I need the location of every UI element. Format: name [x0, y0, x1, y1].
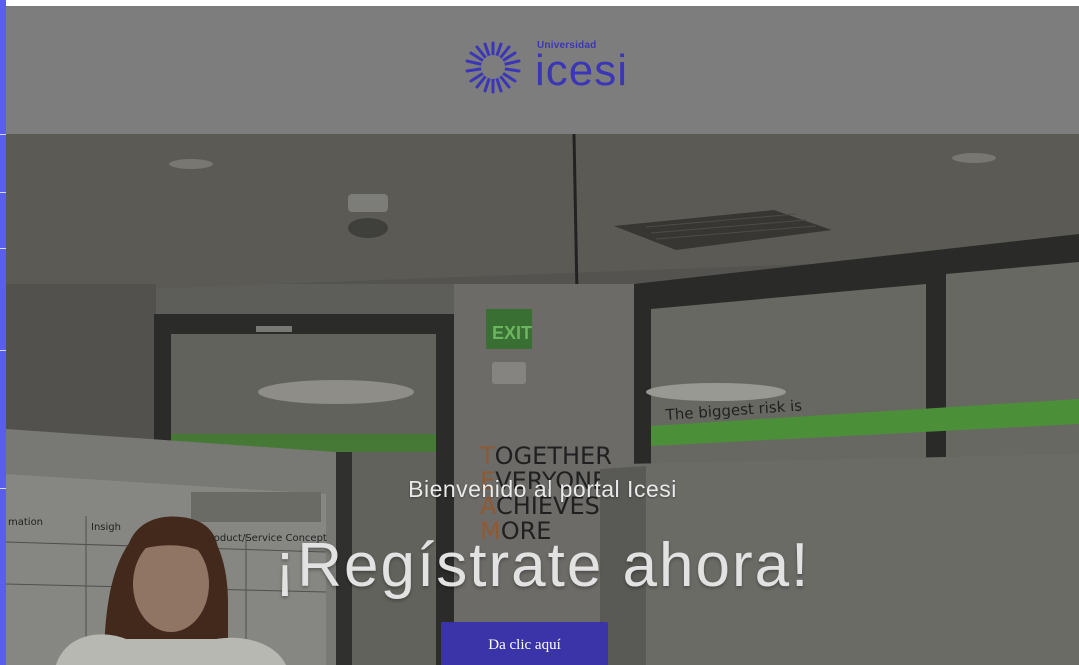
- hero-section: EXIT TOGETHER EVERYONE ACHIEVES MORE The…: [6, 134, 1079, 665]
- hero-title: ¡Regístrate ahora!: [274, 531, 811, 600]
- icesi-logo[interactable]: Universidad icesi: [457, 37, 628, 97]
- site-header: Universidad icesi: [6, 6, 1079, 134]
- sunburst-logo-icon: [465, 41, 521, 94]
- hero-subtitle: Bienvenido al portal Icesi: [408, 476, 677, 502]
- logo-icesi-text: icesi: [534, 46, 629, 95]
- register-cta-button[interactable]: Da clic aquí: [441, 622, 608, 665]
